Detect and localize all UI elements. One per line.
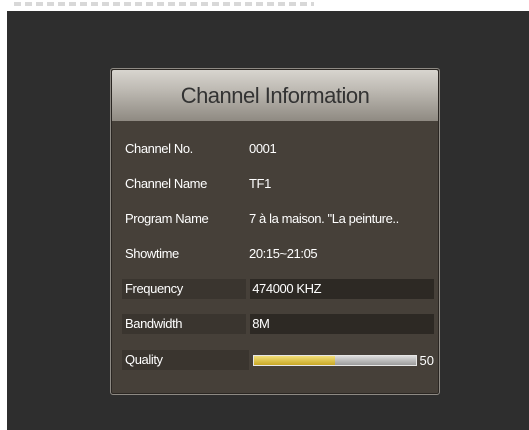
- dialog-title: Channel Information: [180, 82, 370, 108]
- frequency-label: Frequency: [122, 279, 247, 299]
- channel-name-value: TF1: [249, 175, 271, 191]
- program-name-row: Program Name 7 à la maison. "La peinture…: [122, 208, 434, 228]
- channel-name-label: Channel Name: [125, 175, 207, 191]
- frequency-value: 474000 KHZ: [250, 279, 434, 299]
- frequency-row: Frequency 474000 KHZ: [122, 279, 434, 299]
- bandwidth-label: Bandwidth: [122, 314, 247, 334]
- channel-no-label: Channel No.: [125, 140, 193, 156]
- dialog-header: Channel Information: [112, 70, 438, 121]
- bandwidth-row: Bandwidth 8M: [122, 314, 434, 334]
- quality-value: 50: [419, 352, 434, 368]
- channel-no-row: Channel No. 0001: [122, 138, 434, 158]
- quality-row: Quality 50: [122, 350, 434, 370]
- showtime-row: Showtime 20:15~21:05: [122, 243, 434, 263]
- showtime-label: Showtime: [125, 245, 179, 261]
- quality-meter-fill: [253, 355, 335, 365]
- program-name-label: Program Name: [125, 210, 209, 226]
- bandwidth-value: 8M: [250, 314, 434, 334]
- top-dashed-strip: [14, 2, 314, 6]
- tv-screen: Channel Information Channel No. 0001 Cha…: [7, 11, 529, 430]
- program-name-value: 7 à la maison. "La peinture..: [249, 210, 399, 226]
- quality-meter: [252, 354, 417, 366]
- showtime-value: 20:15~21:05: [249, 245, 318, 261]
- channel-information-dialog: Channel Information Channel No. 0001 Cha…: [110, 68, 440, 395]
- channel-name-row: Channel Name TF1: [122, 173, 434, 193]
- quality-label: Quality: [122, 350, 249, 370]
- channel-no-value: 0001: [249, 140, 277, 156]
